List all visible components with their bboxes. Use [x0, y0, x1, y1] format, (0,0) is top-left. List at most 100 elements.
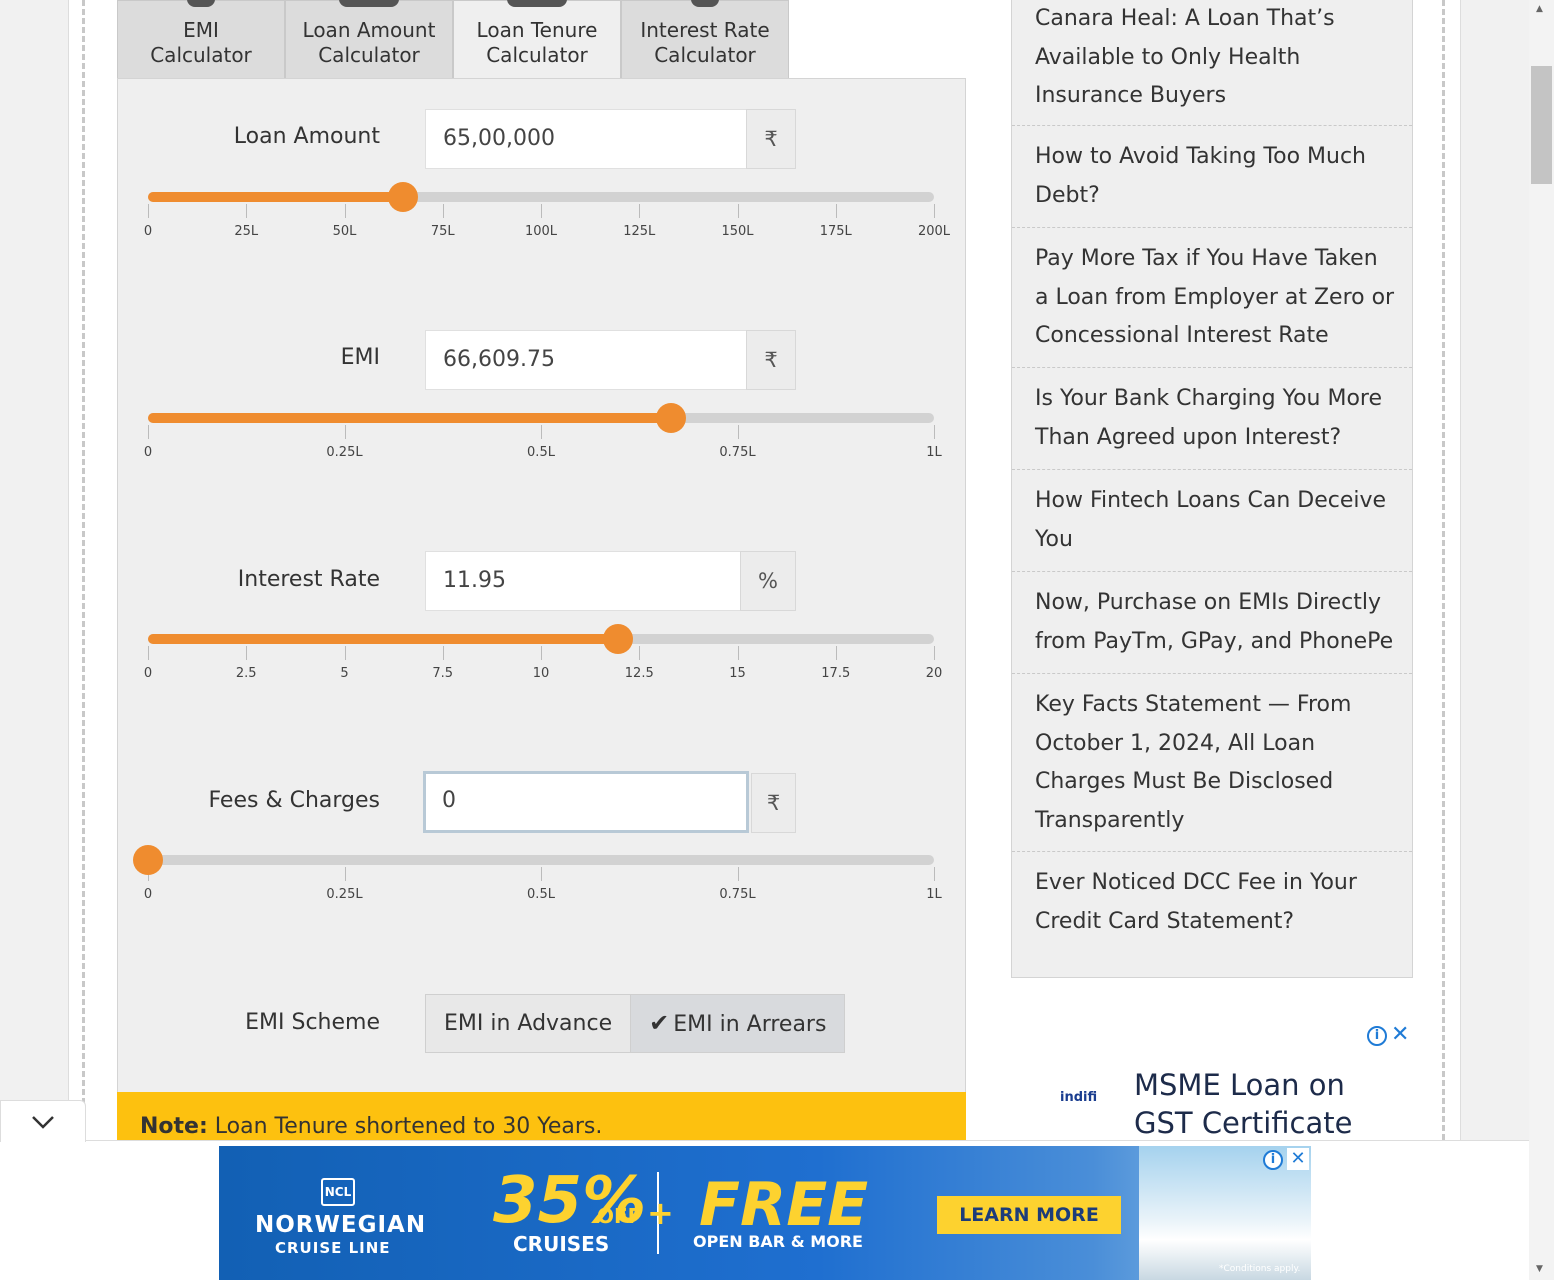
slider-tick	[934, 867, 935, 881]
slider-tick-label: 20	[925, 666, 943, 681]
option-label: EMI in Advance	[444, 1011, 613, 1036]
slider-fill	[148, 192, 404, 202]
slider-tick	[442, 204, 444, 218]
free-text: FREE	[699, 1170, 869, 1240]
sidebar-article-link[interactable]: Canara Heal: A Loan That’s Available to …	[1012, 0, 1412, 126]
slider-tick	[737, 425, 739, 439]
tab-label: EMI	[183, 18, 219, 42]
brand-subname: CRUISE LINE	[275, 1239, 391, 1257]
slider-tick	[737, 204, 739, 218]
slider-fill	[148, 413, 672, 423]
slider-tick-label: 0.25L	[326, 887, 363, 902]
slider-tick-label: 0	[143, 445, 153, 460]
side-advertisement[interactable]: indifi MSME Loan on GST Certificate	[1011, 1022, 1412, 1140]
slider-track[interactable]	[148, 855, 934, 865]
collapse-ad-button[interactable]	[0, 1100, 86, 1142]
slider-tick-label: 75L	[430, 224, 455, 239]
emi-scheme-label: EMI Scheme	[245, 1010, 380, 1035]
calculator-icon	[339, 0, 399, 7]
sidebar-article-link[interactable]: How Fintech Loans Can Deceive You	[1012, 470, 1412, 572]
slider-tick-label: 0	[143, 666, 153, 681]
slider-tick-label: 15	[729, 666, 746, 681]
slider-tick-label: 25L	[234, 224, 259, 239]
slider-tick-label: 0.5L	[527, 445, 555, 460]
plus-sign: +	[647, 1194, 674, 1232]
slider-tick	[246, 204, 248, 218]
slider-tick-label: 125L	[623, 224, 656, 239]
free-subtext: OPEN BAR & MORE	[693, 1232, 863, 1251]
tab-loan-tenure-calculator[interactable]: Loan Tenure Calculator	[453, 0, 621, 79]
check-icon: ✔	[649, 1009, 670, 1037]
brand-name: NORWEGIAN	[255, 1212, 427, 1238]
slider-tick-label: 0	[143, 224, 153, 239]
slider-tick-label: 7.5	[432, 666, 454, 681]
slider-handle[interactable]	[602, 624, 633, 654]
sidebar-article-link[interactable]: Now, Purchase on EMIs Directly from PayT…	[1012, 572, 1412, 674]
slider-tick-label: 100L	[524, 224, 558, 239]
slider-handle[interactable]	[133, 845, 163, 875]
tab-label: Loan Amount	[302, 18, 436, 42]
percent-addon: %	[740, 551, 796, 611]
chevron-down-icon	[32, 1116, 54, 1129]
slider-tick	[246, 646, 248, 660]
sidebar-article-link[interactable]: How to Avoid Taking Too Much Debt?	[1012, 126, 1412, 228]
slider-tick-label: 17.5	[821, 666, 851, 681]
learn-more-button[interactable]: LEARN MORE	[937, 1196, 1121, 1234]
slider-tick	[737, 646, 739, 660]
scrollbar-thumb[interactable]	[1531, 66, 1552, 184]
emi-in-arrears-button[interactable]: ✔ EMI in Arrears	[630, 995, 845, 1052]
sidebar-article-link[interactable]: Ever Noticed DCC Fee in Your Credit Card…	[1012, 852, 1412, 978]
slider-tick	[934, 204, 935, 218]
ad-headline: GST Certificate	[1134, 1106, 1353, 1140]
loan-amount-input[interactable]: 65,00,000	[425, 109, 747, 169]
tab-interest-rate-calculator[interactable]: Interest Rate Calculator	[621, 0, 789, 79]
page-scrollbar[interactable]	[1529, 0, 1554, 1280]
slider-tick-label: 0.75L	[719, 445, 756, 460]
slider-tick	[835, 646, 837, 660]
tab-emi-calculator[interactable]: EMI Calculator	[117, 0, 285, 79]
slider-tick	[934, 646, 935, 660]
slider-tick	[835, 204, 837, 218]
slider-tick	[344, 867, 346, 881]
sidebar-article-link[interactable]: Pay More Tax if You Have Taken a Loan fr…	[1012, 228, 1412, 368]
slider-tick-label: 0.25L	[326, 445, 363, 460]
rupee-addon: ₹	[751, 773, 796, 833]
slider-tick	[148, 646, 149, 660]
cruises-text: CRUISES	[513, 1232, 610, 1256]
rupee-addon: ₹	[746, 330, 796, 390]
option-label: EMI in Arrears	[673, 1012, 827, 1037]
slider-tick	[541, 867, 542, 881]
emi-input[interactable]: 66,609.75	[425, 330, 747, 390]
fees-input[interactable]: 0	[423, 771, 749, 833]
slider-tick	[344, 646, 346, 660]
dashed-border-left	[82, 0, 86, 1140]
indifi-logo: indifi	[1060, 1090, 1098, 1105]
scroll-down-arrow-icon[interactable]: ▼	[1536, 1264, 1543, 1274]
ad-info-icon[interactable]: i	[1367, 1026, 1387, 1046]
off-text: OFF	[597, 1204, 642, 1228]
emi-label: EMI	[340, 345, 380, 370]
ad-close-icon[interactable]: ✕	[1391, 1022, 1409, 1047]
percent-icon	[691, 0, 719, 7]
tab-label: Calculator	[318, 43, 420, 67]
ad-info-icon[interactable]: i	[1263, 1150, 1283, 1170]
sidebar-article-link[interactable]: Key Facts Statement — From October 1, 20…	[1012, 674, 1412, 852]
cruise-banner-ad[interactable]: NCL NORWEGIAN CRUISE LINE 35% OFF CRUISE…	[219, 1146, 1311, 1280]
slider-tick-label: 200L	[917, 224, 951, 239]
tab-loan-amount-calculator[interactable]: Loan Amount Calculator	[285, 0, 453, 79]
tab-label: Calculator	[150, 43, 252, 67]
tab-label: Loan Tenure	[476, 18, 598, 42]
slider-tick-label: 1L	[926, 445, 942, 460]
emi-in-advance-button[interactable]: EMI in Advance	[426, 995, 630, 1052]
ad-close-icon[interactable]: ✕	[1287, 1148, 1309, 1170]
sidebar-article-link[interactable]: Is Your Bank Charging You More Than Agre…	[1012, 368, 1412, 470]
slider-tick-label: 5	[340, 666, 349, 681]
related-articles-sidebar: Canara Heal: A Loan That’s Available to …	[1011, 0, 1413, 978]
calendar-icon	[507, 0, 567, 7]
scroll-up-arrow-icon[interactable]: ▲	[1536, 4, 1543, 14]
interest-rate-input[interactable]: 11.95	[425, 551, 741, 611]
note-prefix: Note:	[140, 1114, 208, 1139]
santorini-image	[1139, 1146, 1311, 1280]
slider-tick	[344, 204, 346, 218]
slider-tick-label: 12.5	[624, 666, 654, 681]
